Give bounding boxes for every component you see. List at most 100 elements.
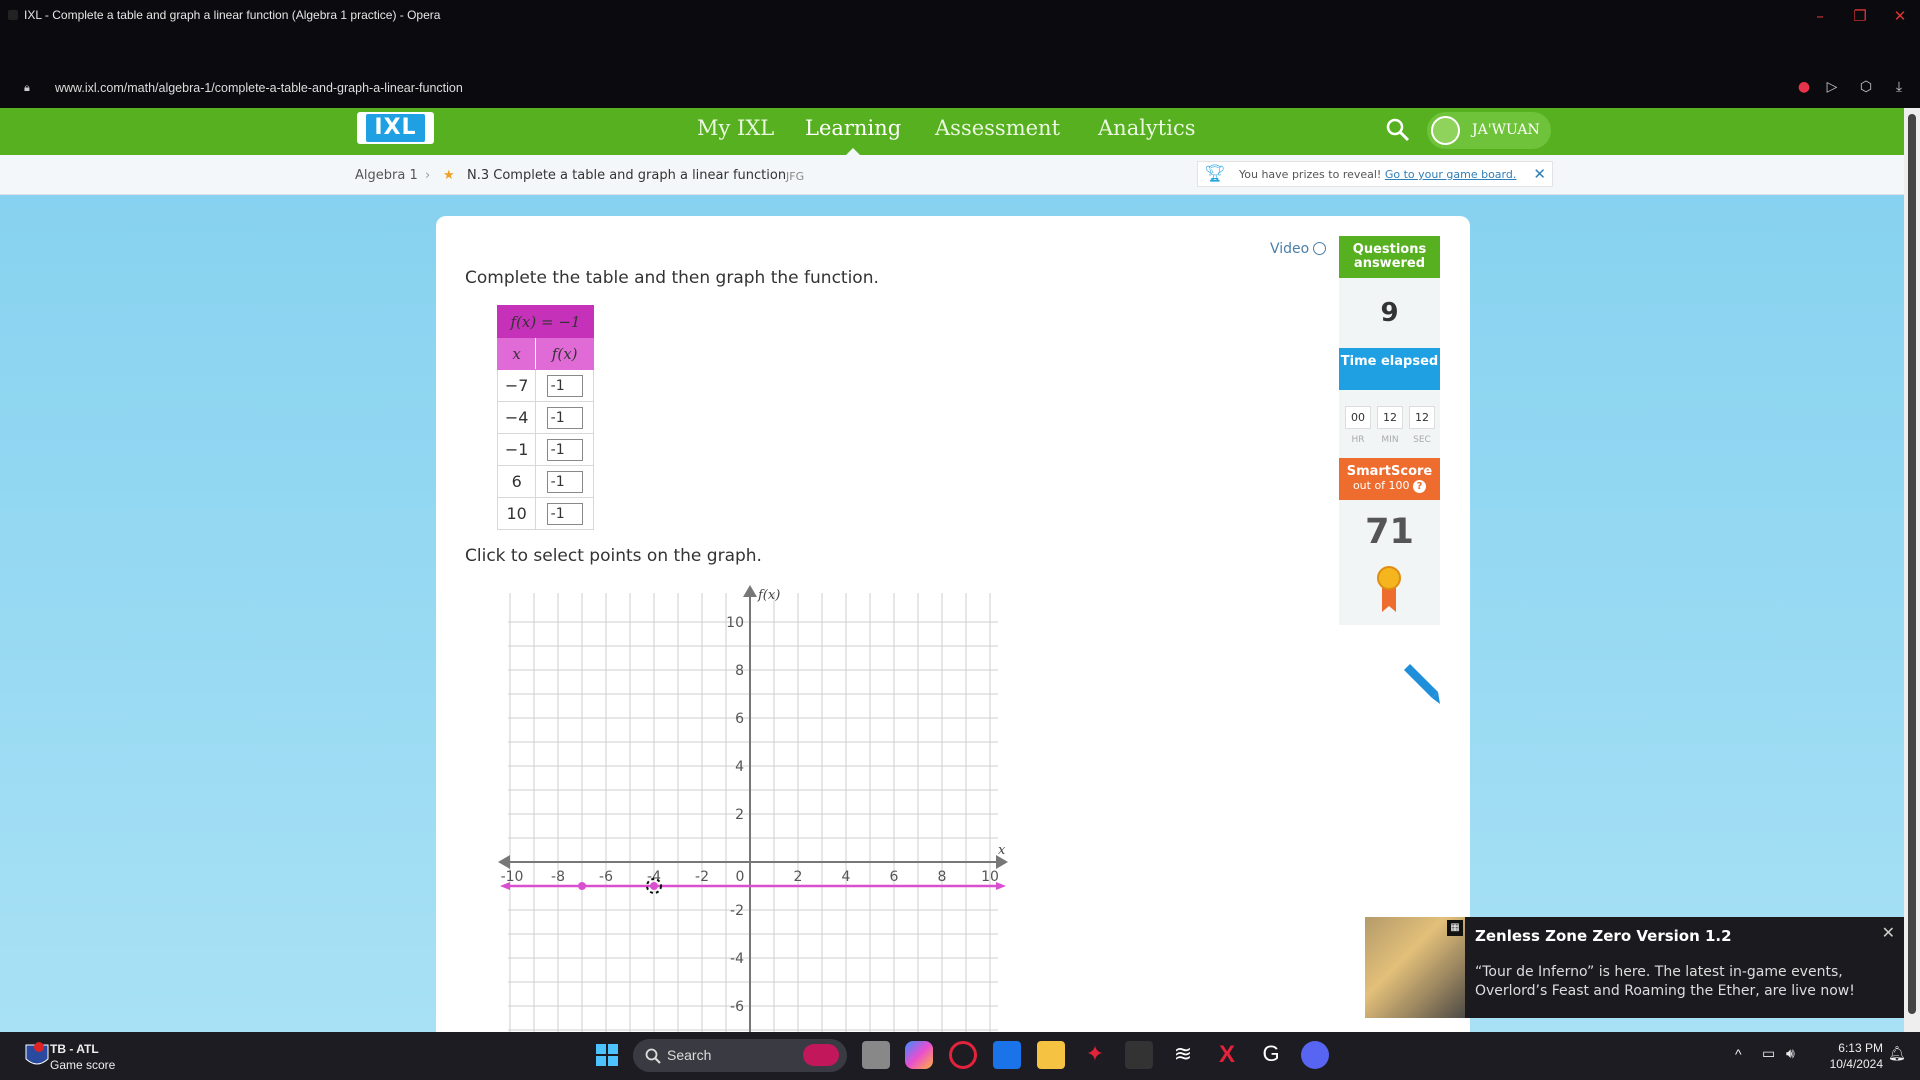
tray-chevron-icon[interactable]: ^ — [1735, 1046, 1742, 1062]
volume-icon[interactable]: 🔊︎ — [1786, 1045, 1795, 1062]
x-tick-label: -8 — [551, 869, 565, 885]
game-board-link[interactable]: Go to your game board. — [1385, 168, 1516, 181]
y-tick-label: 10 — [726, 615, 744, 631]
address-bar: 🔒︎ www.ixl.com/math/algebra-1/complete-a… — [0, 68, 1920, 108]
pencil-icon[interactable] — [1400, 664, 1440, 704]
x-tick-label: -10 — [501, 869, 524, 885]
ixl-header: IXL My IXL Learning Assessment Analytics… — [0, 108, 1904, 156]
network-icon[interactable]: ▭ — [1762, 1045, 1775, 1062]
breadcrumb-subject[interactable]: Algebra 1 — [355, 168, 418, 183]
box-icon[interactable]: ⬡ — [1857, 78, 1875, 96]
breadcrumb-skill: N.3 Complete a table and graph a linear … — [467, 168, 787, 183]
favicon-icon — [8, 10, 18, 20]
prize-banner: 🏆︎ You have prizes to reveal! Go to your… — [1197, 161, 1553, 187]
help-icon[interactable]: ? — [1413, 480, 1427, 493]
y-tick-label: 4 — [735, 759, 744, 775]
logo-text: IXL — [366, 114, 425, 142]
fx-answer-input[interactable]: -1 — [546, 438, 583, 461]
browser-titlebar: IXL - Complete a table and graph a linea… — [0, 0, 1920, 68]
y-tick-label: -4 — [730, 951, 744, 967]
x-tick-label: 8 — [938, 869, 947, 885]
selected-point — [578, 882, 586, 890]
x-tick-label: 0 — [736, 869, 745, 885]
table-x-cell: 10 — [496, 497, 537, 530]
close-window-icon[interactable]: ✕ — [1886, 4, 1914, 28]
star-icon[interactable]: ★ — [443, 168, 455, 183]
time-hours-label: HR — [1351, 435, 1365, 445]
game-launcher-icon[interactable]: ✦ — [1081, 1041, 1109, 1069]
user-menu[interactable]: JA'WUAN — [1427, 112, 1551, 149]
notification-title: Zenless Zone Zero Version 1.2 — [1475, 927, 1732, 945]
search-icon[interactable] — [1384, 116, 1412, 144]
minimize-icon[interactable]: – — [1806, 4, 1834, 28]
function-line-arrow-right — [996, 882, 1006, 890]
taskbar-search-label: Search — [667, 1047, 712, 1063]
video-link[interactable]: Video — [1270, 241, 1327, 257]
instruction-text: Complete the table and then graph the fu… — [465, 268, 879, 288]
download-icon[interactable]: ⤓ — [1890, 78, 1908, 96]
tower-app-icon[interactable]: ≋ — [1169, 1041, 1197, 1069]
table-x-cell: 6 — [496, 465, 537, 498]
table-x-cell: −7 — [496, 369, 537, 402]
fx-answer-input[interactable]: -1 — [546, 502, 583, 525]
user-name: JA'WUAN — [1472, 122, 1540, 138]
shield-icon[interactable]: ● — [1795, 78, 1813, 96]
nav-my-ixl[interactable]: My IXL — [697, 116, 774, 140]
send-icon[interactable]: ▷ — [1823, 78, 1841, 96]
restore-icon[interactable]: ❐ — [1846, 4, 1874, 28]
task-view-icon[interactable] — [862, 1041, 890, 1069]
close-banner-icon[interactable]: ✕ — [1533, 165, 1546, 183]
opera-icon[interactable] — [949, 1041, 977, 1069]
file-explorer-icon[interactable] — [1037, 1041, 1065, 1069]
ixl-logo[interactable]: IXL — [357, 112, 434, 144]
store-icon[interactable] — [993, 1041, 1021, 1069]
fx-answer-input[interactable]: -1 — [546, 406, 583, 429]
nav-assessment[interactable]: Assessment — [935, 116, 1060, 140]
x-app-icon[interactable]: X — [1213, 1041, 1241, 1069]
play-icon — [1313, 242, 1327, 255]
x-axis-label: x — [998, 843, 1006, 858]
y-tick-label: 6 — [735, 711, 744, 727]
coordinate-graph[interactable]: -10-8-6-4-20246810108642-2-4-6-8xf(x) — [498, 585, 1008, 1032]
prize-text: You have prizes to reveal! — [1239, 168, 1382, 181]
x-axis-left-arrow — [498, 855, 510, 869]
time-minutes: 12 — [1377, 406, 1403, 429]
taskbar-search[interactable]: Search — [633, 1039, 847, 1072]
nav-learning[interactable]: Learning — [805, 116, 901, 140]
notification-bell-icon[interactable]: 🔔︎ — [1888, 1045, 1906, 1062]
smartscore-label: SmartScore — [1346, 464, 1433, 479]
x-tick-label: 6 — [890, 869, 899, 885]
nav-analytics[interactable]: Analytics — [1098, 116, 1195, 140]
logitech-icon[interactable]: G — [1257, 1041, 1285, 1069]
windows-start-icon[interactable] — [593, 1041, 621, 1069]
game-notification[interactable]: ▦ Zenless Zone Zero Version 1.2 “Tour de… — [1365, 917, 1905, 1018]
url-field[interactable]: www.ixl.com/math/algebra-1/complete-a-ta… — [55, 81, 463, 95]
table-x-cell: −1 — [496, 433, 537, 466]
fx-answer-input[interactable]: -1 — [546, 470, 583, 493]
notification-thumbnail: ▦ — [1365, 917, 1465, 1018]
discord-icon[interactable] — [1301, 1041, 1329, 1069]
close-notification-icon[interactable]: ✕ — [1882, 923, 1895, 942]
search-highlight-icon — [803, 1044, 839, 1066]
x-tick-label: -2 — [695, 869, 709, 885]
nfl-game-icon[interactable] — [22, 1041, 52, 1071]
game-subtitle: Game score — [50, 1058, 116, 1072]
y-axis-label: f(x) — [757, 588, 780, 603]
column-x-header: x — [496, 337, 537, 370]
taskbar-clock[interactable]: 6:13 PM 10/4/2024 — [1818, 1040, 1883, 1072]
notification-message: “Tour de Inferno” is here. The latest in… — [1475, 964, 1855, 999]
function-table: f(x) = −1 x f(x) −7 -1 −4 -1 −1 -1 6 -1 10 -1 — [496, 305, 594, 530]
copilot-icon[interactable] — [905, 1041, 933, 1069]
page-scrollbar[interactable] — [1904, 108, 1920, 1032]
graph-instruction: Click to select points on the graph. — [465, 546, 762, 566]
scrollbar-thumb[interactable] — [1908, 114, 1916, 1014]
breadcrumb: Algebra 1 › ★ N.3 Complete a table and g… — [0, 155, 1904, 195]
questions-answered-value: 9 — [1339, 278, 1440, 348]
function-label: f(x) = −1 — [497, 305, 594, 338]
time-seconds: 12 — [1409, 406, 1435, 429]
y-tick-label: -6 — [730, 999, 744, 1015]
x-tick-label: 4 — [842, 869, 851, 885]
selected-point — [650, 882, 658, 890]
fx-answer-input[interactable]: -1 — [546, 374, 583, 397]
app-icon[interactable] — [1125, 1041, 1153, 1069]
